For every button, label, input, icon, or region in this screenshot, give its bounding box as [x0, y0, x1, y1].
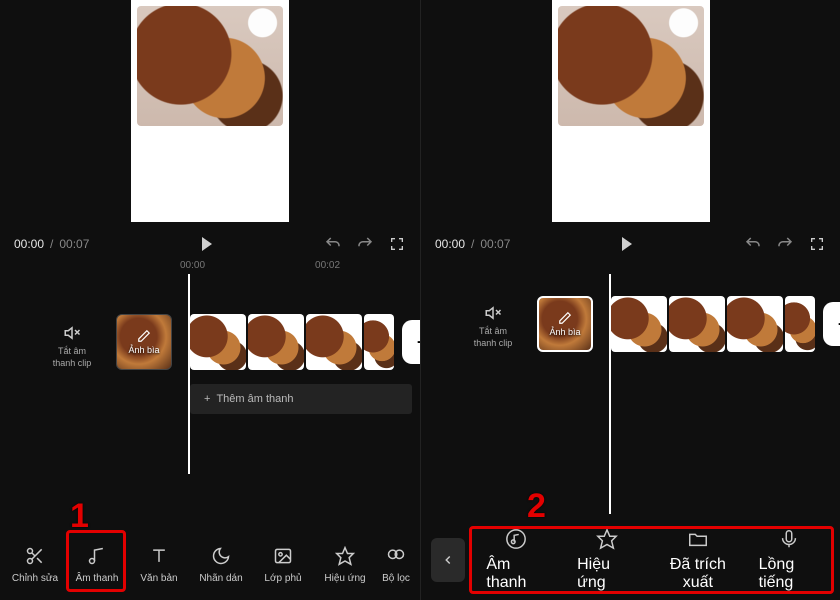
preview-frame[interactable]: [131, 0, 289, 222]
tool-effects-label: Hiệu ứng: [324, 573, 365, 584]
clip-thumb[interactable]: [364, 314, 394, 370]
tool-sticker[interactable]: Nhãn dán: [191, 545, 251, 584]
music-note-icon: [86, 545, 108, 567]
timeline[interactable]: Tắt âm thanh clip Ảnh bìa + + Thêm âm th…: [0, 284, 420, 530]
mic-icon: [778, 528, 800, 550]
star-icon: [334, 545, 356, 567]
add-clip-button[interactable]: +: [823, 302, 840, 346]
time-total: 00:07: [59, 237, 89, 251]
speaker-mute-icon: [484, 304, 502, 322]
plus-icon: +: [204, 393, 210, 405]
clip-thumb[interactable]: [669, 296, 725, 352]
timeline[interactable]: Tắt âm thanh clip Ảnh bìa + 2: [421, 284, 840, 526]
tool-audio-label: Âm thanh: [76, 573, 119, 584]
back-button[interactable]: [431, 538, 465, 582]
tool-voiceover[interactable]: Lồng tiếng: [759, 528, 819, 592]
tool-effects[interactable]: Hiệu ứng: [315, 545, 375, 584]
time-sep: /: [50, 237, 53, 251]
tool-text[interactable]: Văn bản: [129, 545, 189, 584]
bottom-toolbar: Chỉnh sửa Âm thanh Văn bản Nhãn dán Lớp …: [0, 530, 420, 600]
cover-chip[interactable]: Ảnh bìa: [537, 296, 593, 352]
preview-image: [137, 6, 283, 126]
timeline-ruler: 00:00 00:02: [0, 260, 420, 284]
cover-label: Ảnh bìa: [128, 345, 159, 355]
preview-frame[interactable]: [552, 0, 710, 222]
clip-thumb[interactable]: [248, 314, 304, 370]
ruler-tick-1: 00:02: [315, 260, 340, 284]
mute-clip-line1: Tắt âm: [461, 326, 525, 338]
player-bar: 00:00 / 00:07: [421, 228, 840, 260]
folder-icon: [687, 528, 709, 550]
filter-icon: [385, 545, 407, 567]
video-track[interactable]: +: [611, 296, 840, 352]
speaker-mute-icon: [63, 324, 81, 342]
time-current: 00:00: [435, 237, 465, 251]
ruler-tick-0: 00:00: [180, 260, 205, 284]
video-preview: [421, 0, 840, 228]
tool-audio-label-b: Âm thanh: [486, 556, 546, 592]
annotation-step-2: 2: [527, 487, 546, 526]
tool-text-label: Văn bản: [140, 573, 177, 584]
undo-icon[interactable]: [744, 235, 762, 253]
mute-clip-button[interactable]: Tắt âm thanh clip: [40, 324, 104, 369]
tool-sound-effects[interactable]: Hiệu ứng: [577, 528, 637, 592]
video-track[interactable]: +: [190, 314, 446, 370]
clip-thumb[interactable]: [190, 314, 246, 370]
clip-thumb[interactable]: [306, 314, 362, 370]
tool-filter-label: Bộ lọc: [382, 573, 410, 584]
audio-toolbar: Âm thanh Hiệu ứng Đã trích xuất Lồng tiế…: [421, 526, 840, 600]
clip-thumb[interactable]: [727, 296, 783, 352]
tool-audio[interactable]: Âm thanh: [67, 545, 127, 584]
fullscreen-icon[interactable]: [808, 235, 826, 253]
mute-clip-line2: thanh clip: [461, 338, 525, 350]
redo-icon[interactable]: [776, 235, 794, 253]
time-sep: /: [471, 237, 474, 251]
tool-extracted-label: Đã trích xuất: [668, 556, 728, 592]
player-bar: 00:00 / 00:07: [0, 228, 420, 260]
image-icon: [272, 545, 294, 567]
cover-label: Ảnh bìa: [549, 327, 580, 337]
play-button[interactable]: [202, 237, 212, 251]
redo-icon[interactable]: [356, 235, 374, 253]
scissors-icon: [24, 545, 46, 567]
undo-icon[interactable]: [324, 235, 342, 253]
tool-extracted[interactable]: Đã trích xuất: [668, 528, 728, 592]
time-current: 00:00: [14, 237, 44, 251]
mute-clip-button[interactable]: Tắt âm thanh clip: [461, 304, 525, 349]
add-audio-label: Thêm âm thanh: [216, 393, 293, 405]
edit-icon: [137, 329, 151, 343]
mute-clip-line2: thanh clip: [40, 358, 104, 370]
star-icon: [596, 528, 618, 550]
screenshot-step-2: 00:00 / 00:07 Tắt âm thanh clip: [420, 0, 840, 600]
tool-voice-label: Lồng tiếng: [759, 556, 819, 592]
clip-thumb[interactable]: [785, 296, 815, 352]
tool-filter[interactable]: Bộ lọc: [377, 545, 415, 584]
video-preview: [0, 0, 420, 228]
tool-edit[interactable]: Chỉnh sửa: [5, 545, 65, 584]
tool-edit-label: Chỉnh sửa: [12, 573, 58, 584]
playhead[interactable]: [188, 274, 190, 474]
screenshot-step-1: 00:00 / 00:07 00:00 00:02 Tắt âm: [0, 0, 420, 600]
preview-image: [558, 6, 704, 126]
tool-effects-label-b: Hiệu ứng: [577, 556, 637, 592]
edit-icon: [558, 311, 572, 325]
add-audio-track[interactable]: + Thêm âm thanh: [190, 384, 412, 414]
tool-overlay-label: Lớp phủ: [264, 573, 301, 584]
mute-clip-line1: Tắt âm: [40, 346, 104, 358]
play-button[interactable]: [622, 237, 632, 251]
tool-overlay[interactable]: Lớp phủ: [253, 545, 313, 584]
tool-audio[interactable]: Âm thanh: [486, 528, 546, 592]
moon-icon: [210, 545, 232, 567]
cover-chip[interactable]: Ảnh bìa: [116, 314, 172, 370]
text-icon: [148, 545, 170, 567]
clip-thumb[interactable]: [611, 296, 667, 352]
ruler-spacer: [421, 260, 840, 284]
tool-sticker-label: Nhãn dán: [199, 573, 242, 584]
time-total: 00:07: [480, 237, 510, 251]
music-note-circle-icon: [505, 528, 527, 550]
annotation-step-1: 1: [70, 497, 89, 536]
fullscreen-icon[interactable]: [388, 235, 406, 253]
